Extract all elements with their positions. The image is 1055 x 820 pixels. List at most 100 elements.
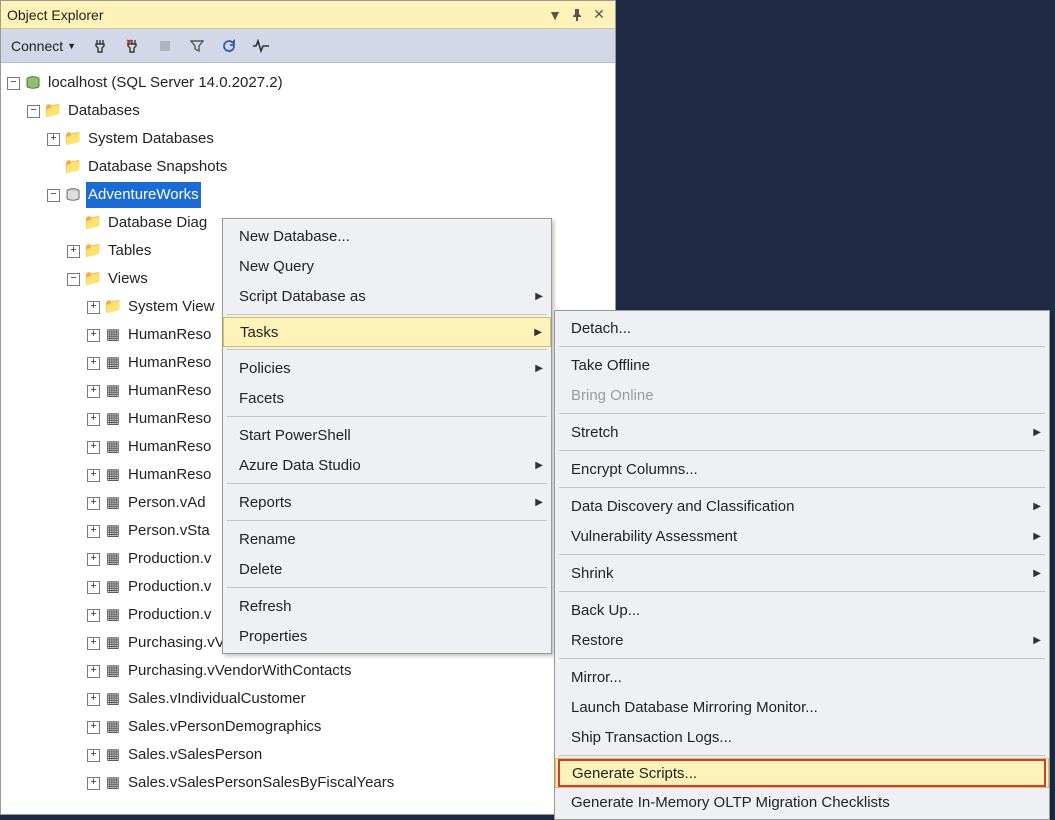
expander-icon[interactable]: + [87,301,100,314]
menu-item-encrypt-columns[interactable]: Encrypt Columns... [555,454,1049,484]
menu-item-refresh[interactable]: Refresh [223,591,551,621]
view-icon: ▦ [104,495,122,511]
menu-item-azure-data-studio[interactable]: Azure Data Studio▶ [223,450,551,480]
node-label: Views [106,266,150,293]
expander-icon[interactable]: + [87,665,100,678]
expander-icon[interactable]: + [87,581,100,594]
expander-icon[interactable]: + [87,749,100,762]
connect-button[interactable]: Connect ▼ [7,36,80,56]
dropdown-icon[interactable]: ▼ [545,5,565,25]
disconnect-icon[interactable] [122,35,144,57]
menu-separator [559,413,1045,414]
tree-node-databases[interactable]: −📁Databases [1,97,615,125]
expander-icon[interactable]: + [87,329,100,342]
expander-icon[interactable]: − [67,273,80,286]
menu-item-stretch[interactable]: Stretch▶ [555,417,1049,447]
node-label: Production.v [126,546,213,573]
expander-icon[interactable]: + [87,525,100,538]
refresh-icon[interactable] [218,35,240,57]
close-icon[interactable]: ✕ [589,5,609,25]
menu-item-policies[interactable]: Policies▶ [223,353,551,383]
expander-icon[interactable]: + [47,133,60,146]
expander-icon[interactable]: + [87,553,100,566]
expander-icon[interactable]: + [67,245,80,258]
tree-node[interactable]: +▦Sales.vPersonDemographics [1,713,615,741]
connect-label: Connect [11,38,63,54]
menu-item-new-database[interactable]: New Database... [223,221,551,251]
view-icon: ▦ [104,607,122,623]
expander-icon[interactable]: + [87,693,100,706]
menu-item-take-offline[interactable]: Take Offline [555,350,1049,380]
tree-node[interactable]: +▦Purchasing.vVendorWithContacts [1,657,615,685]
expander-icon[interactable]: − [47,189,60,202]
menu-item-restore[interactable]: Restore▶ [555,625,1049,655]
filter-icon[interactable] [186,35,208,57]
expander-icon[interactable]: + [87,413,100,426]
tree-node[interactable]: +📁System Databases [1,125,615,153]
menu-item-generate-inmemory[interactable]: Generate In-Memory OLTP Migration Checkl… [555,787,1049,817]
menu-item-script-database[interactable]: Script Database as▶ [223,281,551,311]
node-label: HumanReso [126,322,213,349]
menu-item-delete[interactable]: Delete [223,554,551,584]
menu-item-back-up[interactable]: Back Up... [555,595,1049,625]
menu-separator [227,587,547,588]
activity-icon[interactable] [250,35,272,57]
database-icon [64,187,82,203]
expander-icon[interactable]: + [87,637,100,650]
tree-node-server[interactable]: − localhost (SQL Server 14.0.2027.2) [1,69,615,97]
pin-icon[interactable] [567,5,587,25]
tree-node[interactable]: +▦Sales.vIndividualCustomer [1,685,615,713]
expander-icon[interactable]: − [7,77,20,90]
menu-item-detach[interactable]: Detach... [555,313,1049,343]
expander-icon[interactable]: + [87,385,100,398]
menu-item-generate-scripts[interactable]: Generate Scripts... [555,758,1049,788]
view-icon: ▦ [104,439,122,455]
expander-icon[interactable]: − [27,105,40,118]
menu-separator [227,520,547,521]
menu-item-facets[interactable]: Facets [223,383,551,413]
view-icon: ▦ [104,747,122,763]
tree-node-adventureworks[interactable]: − AdventureWorks [1,181,615,209]
menu-separator [227,349,547,350]
menu-item-vulnerability[interactable]: Vulnerability Assessment▶ [555,521,1049,551]
submenu-arrow-icon: ▶ [535,497,543,508]
expander-icon[interactable]: + [87,721,100,734]
menu-item-reports[interactable]: Reports▶ [223,487,551,517]
folder-icon: 📁 [84,215,102,231]
expander-icon[interactable]: + [87,777,100,790]
menu-item-new-query[interactable]: New Query [223,251,551,281]
menu-item-launch-mirroring[interactable]: Launch Database Mirroring Monitor... [555,692,1049,722]
menu-item-mirror[interactable]: Mirror... [555,662,1049,692]
panel-title: Object Explorer [7,7,543,23]
expander-icon[interactable]: + [87,357,100,370]
menu-item-rename[interactable]: Rename [223,524,551,554]
menu-item-ship-logs[interactable]: Ship Transaction Logs... [555,722,1049,752]
menu-item-start-powershell[interactable]: Start PowerShell [223,420,551,450]
tree-node[interactable]: + ▦Sales.vSalesPerson [1,741,615,769]
node-label: Tables [106,238,153,265]
tree-node[interactable]: 📁Database Snapshots [1,153,615,181]
menu-item-tasks[interactable]: Tasks▶ [223,317,551,347]
expander-icon[interactable]: + [87,469,100,482]
menu-item-properties[interactable]: Properties [223,621,551,651]
node-label: Production.v [126,602,213,629]
node-label: Person.vAd [126,490,208,517]
node-label: Sales.vIndividualCustomer [126,686,308,713]
node-label: HumanReso [126,434,213,461]
expander-icon[interactable]: + [87,497,100,510]
node-label: Sales.vSalesPerson [126,742,264,769]
node-label: localhost (SQL Server 14.0.2027.2) [46,70,285,97]
submenu-arrow-icon: ▶ [1033,531,1041,542]
connect-icon[interactable] [90,35,112,57]
expander-icon[interactable]: + [87,609,100,622]
menu-separator [227,314,547,315]
panel-titlebar: Object Explorer ▼ ✕ [1,1,615,29]
node-label: HumanReso [126,462,213,489]
folder-icon: 📁 [64,159,82,175]
tree-node[interactable]: +▦Sales.vSalesPersonSalesByFiscalYears [1,769,615,797]
node-label: AdventureWorks [86,182,201,209]
menu-item-data-discovery[interactable]: Data Discovery and Classification▶ [555,491,1049,521]
menu-item-shrink[interactable]: Shrink▶ [555,558,1049,588]
expander-icon[interactable]: + [87,441,100,454]
folder-icon: 📁 [84,243,102,259]
